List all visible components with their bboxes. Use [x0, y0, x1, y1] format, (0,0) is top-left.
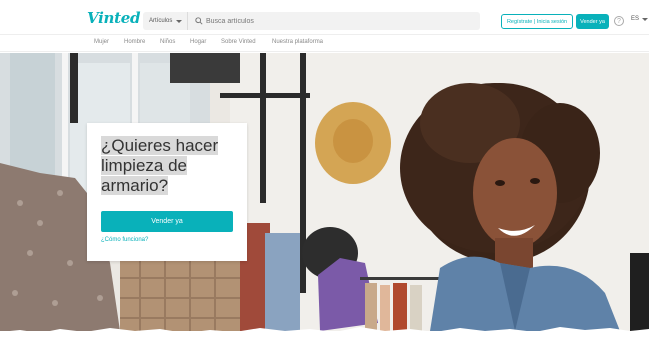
help-icon[interactable]: ?: [614, 16, 624, 26]
sell-now-button[interactable]: Vender ya: [576, 14, 609, 29]
nav-item-nuestra-plataforma[interactable]: Nuestra plataforma: [272, 39, 323, 45]
category-nav: Mujer Hombre Niños Hogar Sobre Vinted Nu…: [0, 34, 649, 52]
vinted-logo[interactable]: Vinted: [87, 9, 140, 27]
category-select-label: Artículos: [149, 18, 173, 24]
language-selector[interactable]: ES: [631, 16, 649, 22]
nav-item-hogar[interactable]: Hogar: [190, 39, 206, 45]
language-label: ES: [631, 16, 640, 22]
hero-sell-button[interactable]: Vender ya: [101, 211, 233, 232]
nav-item-mujer[interactable]: Mujer: [94, 39, 109, 45]
nav-item-ninos[interactable]: Niños: [160, 39, 175, 45]
search-input[interactable]: [206, 12, 476, 30]
category-select[interactable]: Artículos: [143, 12, 188, 30]
nav-item-hombre[interactable]: Hombre: [124, 39, 145, 45]
hero-title-text: ¿Quieres hacer limpieza de armario?: [101, 136, 219, 195]
torn-paper-edge: [0, 327, 649, 338]
nav-item-sobre-vinted[interactable]: Sobre Vinted: [221, 39, 256, 45]
chevron-down-icon: [176, 19, 183, 23]
search-bar: Artículos: [143, 12, 480, 30]
chevron-down-icon: [642, 17, 649, 21]
hero-title: ¿Quieres hacer limpieza de armario?: [101, 136, 241, 196]
hero-card: ¿Quieres hacer limpieza de armario? Vend…: [87, 123, 247, 261]
register-login-button[interactable]: Regístrate | Inicia sesión: [501, 14, 573, 29]
header: Vinted Artículos Regístrate | Inicia ses…: [0, 0, 649, 34]
search-icon: [195, 17, 203, 25]
page: Vinted Artículos Regístrate | Inicia ses…: [0, 0, 649, 338]
how-it-works-link[interactable]: ¿Cómo funciona?: [101, 237, 148, 243]
